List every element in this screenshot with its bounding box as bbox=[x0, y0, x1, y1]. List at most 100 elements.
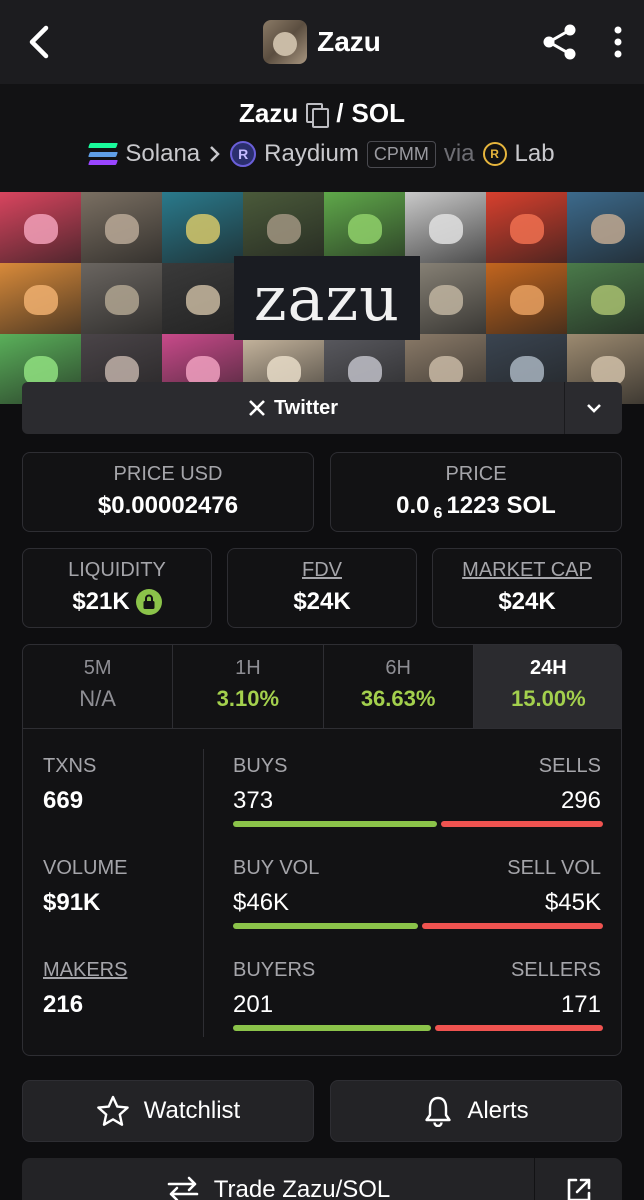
liquidity-value: $21K bbox=[72, 588, 130, 615]
pair-name: Zazu / SOL bbox=[0, 98, 644, 129]
cat-illustration bbox=[105, 214, 139, 244]
tab-5m[interactable]: 5M N/A bbox=[23, 645, 174, 728]
trade-bar: Trade Zazu/SOL bbox=[22, 1158, 622, 1200]
chain-breadcrumb: Solana R Raydium CPMM via R Lab bbox=[0, 140, 644, 168]
lab-icon: R bbox=[482, 142, 507, 166]
banner-tile bbox=[243, 192, 324, 263]
cat-illustration bbox=[510, 285, 544, 315]
tab-change: N/A bbox=[79, 686, 116, 711]
buys-label: BUYS bbox=[233, 755, 288, 777]
makers-label[interactable]: MAKERS bbox=[43, 959, 127, 982]
tab-change: 3.10% bbox=[216, 686, 280, 711]
tab-1h[interactable]: 1H 3.10% bbox=[173, 645, 324, 728]
banner-tile bbox=[486, 263, 567, 334]
swap-arrows-icon bbox=[167, 1176, 199, 1200]
external-trade-button[interactable] bbox=[534, 1158, 622, 1200]
tab-label: 6H bbox=[385, 657, 411, 679]
watchlist-button[interactable]: Watchlist bbox=[22, 1080, 314, 1142]
top-app-bar: Zazu bbox=[0, 0, 644, 84]
tab-6h[interactable]: 6H 36.63% bbox=[324, 645, 474, 728]
fdv-value: $24K bbox=[293, 588, 351, 615]
price-prefix: 0.0 bbox=[396, 492, 430, 519]
sell-vol-value: $45K bbox=[544, 889, 601, 916]
banner-tile bbox=[486, 192, 567, 263]
buys-value: 373 bbox=[233, 787, 274, 814]
fdv-card: FDV $24K bbox=[227, 548, 417, 628]
cat-illustration bbox=[24, 214, 58, 244]
chain-name[interactable]: Solana bbox=[125, 140, 200, 168]
cat-illustration bbox=[24, 285, 58, 315]
sellers-label: SELLERS bbox=[510, 959, 601, 981]
price-native-value: 0.0 6 1223 SOL bbox=[331, 492, 621, 522]
sells-value: 296 bbox=[560, 787, 601, 814]
cat-illustration bbox=[429, 214, 463, 244]
social-dropdown-button[interactable] bbox=[564, 382, 622, 434]
fdv-label[interactable]: FDV bbox=[228, 559, 416, 582]
buy-vol-label: BUY VOL bbox=[233, 857, 320, 879]
pool-type-badge: CPMM bbox=[366, 140, 436, 168]
banner-tile bbox=[162, 263, 243, 334]
solana-icon bbox=[88, 143, 119, 165]
twitter-label: Twitter bbox=[273, 396, 339, 419]
buys-sells-bar bbox=[233, 821, 603, 827]
banner-wordmark: zazu bbox=[234, 256, 420, 340]
external-link-icon bbox=[567, 1178, 590, 1200]
volume-label: VOLUME bbox=[43, 857, 128, 879]
tab-label: 5M bbox=[83, 657, 112, 679]
tab-change: 15.00% bbox=[511, 686, 586, 711]
trade-button[interactable]: Trade Zazu/SOL bbox=[22, 1158, 534, 1200]
launchpad-name[interactable]: Lab bbox=[515, 140, 555, 168]
more-options-button[interactable] bbox=[604, 22, 632, 62]
x-logo-icon bbox=[249, 400, 265, 416]
price-usd-card: PRICE USD $0.00002476 bbox=[22, 452, 314, 532]
cat-illustration bbox=[267, 214, 301, 244]
cat-illustration bbox=[105, 285, 139, 315]
tab-label: 1H bbox=[235, 657, 261, 679]
price-suffix: 1223 SOL bbox=[446, 492, 556, 519]
cat-illustration bbox=[186, 214, 220, 244]
banner-tile bbox=[405, 192, 486, 263]
sell-vol-label: SELL VOL bbox=[507, 857, 601, 879]
alerts-button[interactable]: Alerts bbox=[330, 1080, 622, 1142]
banner-tile bbox=[0, 263, 81, 334]
sell-bar-segment bbox=[441, 821, 603, 827]
cat-illustration bbox=[429, 285, 463, 315]
share-button[interactable] bbox=[540, 22, 580, 62]
star-icon bbox=[96, 1095, 129, 1126]
timeframe-tabs: 5M N/A 1H 3.10% 6H 36.63% 24H 15.00% bbox=[23, 645, 621, 729]
cat-illustration bbox=[348, 214, 382, 244]
price-zero-count: 6 bbox=[433, 505, 443, 522]
token-banner-image: zazu bbox=[0, 192, 644, 404]
market-cap-label[interactable]: MARKET CAP bbox=[433, 559, 621, 582]
tab-change: 36.63% bbox=[360, 686, 436, 711]
market-cap-card: MARKET CAP $24K bbox=[432, 548, 622, 628]
stats-divider bbox=[203, 749, 204, 1037]
market-cap-value: $24K bbox=[498, 588, 556, 615]
tab-24h[interactable]: 24H 15.00% bbox=[473, 645, 621, 728]
cat-illustration bbox=[591, 214, 625, 244]
raydium-icon: R bbox=[230, 141, 257, 167]
twitter-button[interactable]: Twitter bbox=[22, 382, 564, 434]
txns-value: 669 bbox=[43, 787, 84, 814]
cat-illustration bbox=[591, 285, 625, 315]
banner-tile bbox=[567, 192, 644, 263]
price-usd-value: $0.00002476 bbox=[97, 492, 239, 519]
copy-icon[interactable] bbox=[306, 102, 330, 128]
banner-tile bbox=[81, 263, 162, 334]
banner-tile bbox=[324, 192, 405, 263]
buyers-value: 201 bbox=[233, 991, 274, 1018]
timeframe-stats-panel: 5M N/A 1H 3.10% 6H 36.63% 24H 15.00% TXN… bbox=[22, 644, 622, 1056]
bell-icon bbox=[425, 1096, 452, 1127]
dex-name[interactable]: Raydium bbox=[264, 140, 359, 168]
lock-icon[interactable] bbox=[135, 589, 162, 615]
quote-token: SOL bbox=[351, 98, 405, 128]
alerts-label: Alerts bbox=[467, 1097, 529, 1124]
makers-value: 216 bbox=[43, 991, 84, 1018]
via-label: via bbox=[443, 140, 475, 167]
base-token: Zazu bbox=[239, 98, 299, 128]
cat-illustration bbox=[510, 214, 544, 244]
more-vertical-icon bbox=[614, 26, 622, 58]
share-icon bbox=[543, 24, 576, 60]
liquidity-value-row: $21K bbox=[23, 588, 211, 616]
watchlist-label: Watchlist bbox=[143, 1097, 241, 1124]
